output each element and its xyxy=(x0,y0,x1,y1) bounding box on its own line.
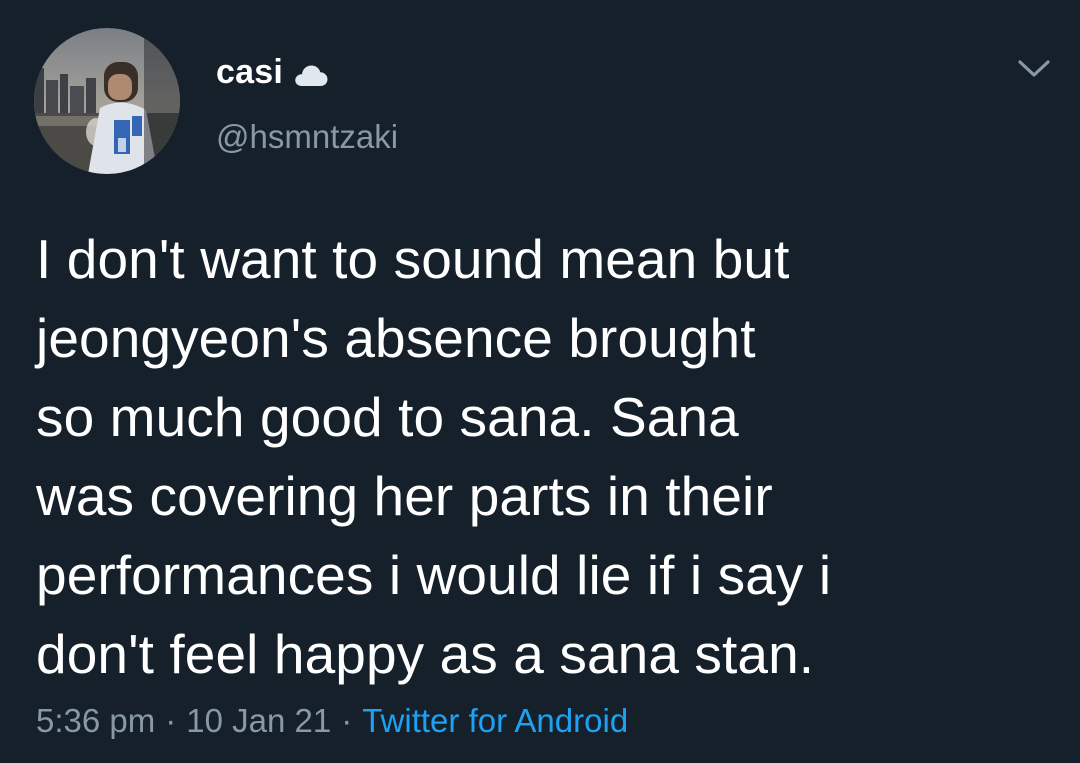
tweet-date: 10 Jan 21 xyxy=(186,702,332,739)
meta-separator: · xyxy=(341,702,353,739)
tweet-source-link[interactable]: Twitter for Android xyxy=(362,702,628,739)
user-handle[interactable]: @hsmntzaki xyxy=(216,118,398,156)
cloud-icon xyxy=(293,60,329,88)
chevron-down-icon[interactable] xyxy=(1014,52,1054,84)
display-name[interactable]: casi xyxy=(216,53,283,92)
tweet-card: casi @hsmntzaki I don't want to sound me… xyxy=(0,0,1080,763)
meta-separator: · xyxy=(165,702,177,739)
tweet-text: I don't want to sound mean but jeongyeon… xyxy=(36,228,832,685)
avatar-photo xyxy=(34,28,180,174)
tweet-time: 5:36 pm xyxy=(36,702,156,739)
author-name-row[interactable]: casi xyxy=(216,50,329,94)
avatar[interactable] xyxy=(34,28,180,174)
tweet-meta: 5:36 pm · 10 Jan 21 · Twitter for Android xyxy=(36,699,628,743)
